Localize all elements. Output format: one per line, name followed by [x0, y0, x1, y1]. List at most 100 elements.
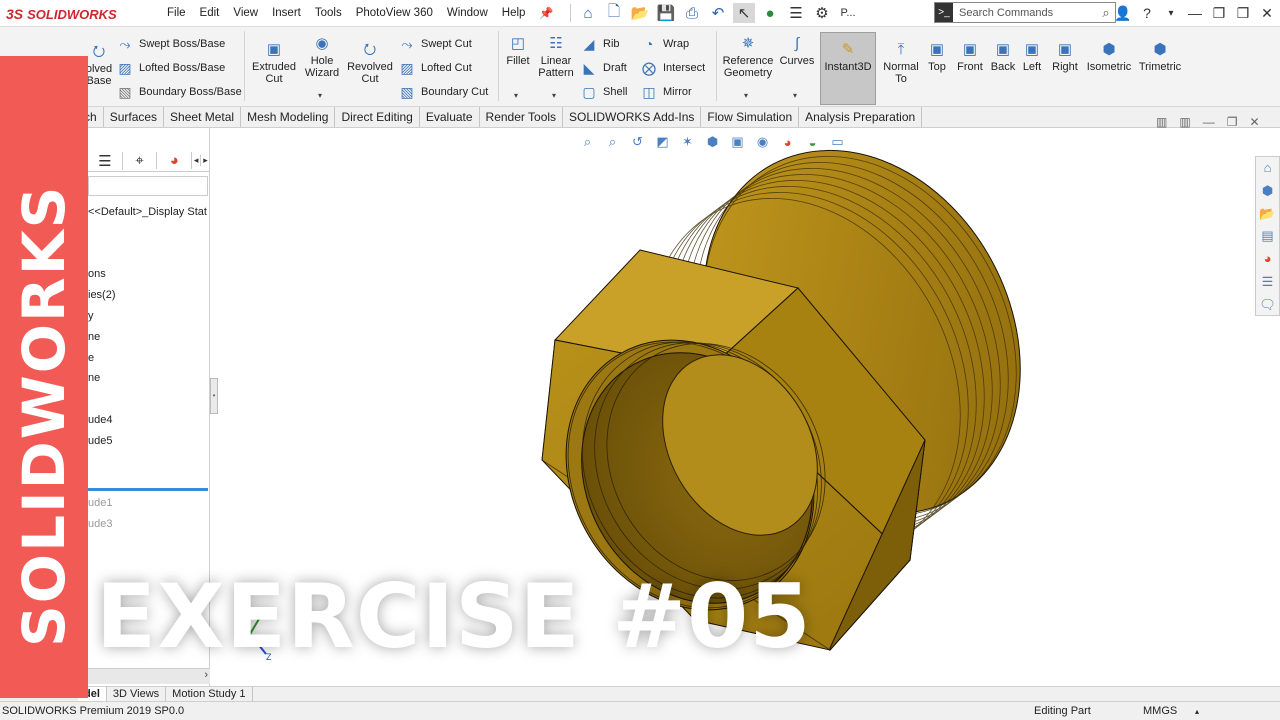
- rib-button[interactable]: ◢ Rib: [580, 35, 620, 53]
- unit-system[interactable]: MMGS: [1143, 705, 1177, 717]
- tab-direct-editing[interactable]: Direct Editing: [335, 107, 420, 127]
- pattern-dropdown-icon[interactable]: ▾: [552, 91, 556, 100]
- search-icon[interactable]: ⌕: [1097, 5, 1115, 21]
- tree-item[interactable]: ude4: [88, 410, 210, 431]
- tree-item[interactable]: ons: [88, 264, 210, 285]
- revolved-boss-button[interactable]: ⭮ olved Base: [84, 43, 114, 87]
- fillet-button[interactable]: ◰ Fillet: [503, 35, 533, 67]
- normal-to-button[interactable]: ⤒ Normal To: [882, 41, 920, 85]
- curves-button[interactable]: ∫ Curves: [778, 35, 816, 67]
- tree-item[interactable]: ude5: [88, 431, 210, 452]
- restore-icon[interactable]: ❐: [1210, 5, 1228, 22]
- close-icon[interactable]: ✕: [1258, 5, 1276, 22]
- tab-mesh-modeling[interactable]: Mesh Modeling: [241, 107, 336, 127]
- minimize-icon[interactable]: —: [1186, 5, 1204, 21]
- panel-splitter[interactable]: •: [210, 378, 218, 414]
- forum-icon[interactable]: 🗨: [1256, 294, 1279, 317]
- zoom-to-fit-icon[interactable]: ⌕: [578, 134, 597, 150]
- fillet-dropdown-icon[interactable]: ▾: [514, 91, 518, 100]
- tab-solidworks-addins[interactable]: SOLIDWORKS Add-Ins: [563, 107, 702, 127]
- menu-tools[interactable]: Tools: [308, 7, 349, 19]
- tree-item[interactable]: ne: [88, 368, 210, 389]
- zoom-to-area-icon[interactable]: ⌕: [603, 134, 622, 150]
- previous-view-icon[interactable]: ↺: [628, 134, 647, 150]
- left-view-button[interactable]: ▣ Left: [1019, 41, 1045, 73]
- top-view-button[interactable]: ▣ Top: [924, 41, 950, 73]
- file-properties-icon[interactable]: ☰: [785, 3, 807, 23]
- chevron-right-icon[interactable]: ▸: [201, 155, 210, 166]
- chevron-left-icon[interactable]: ◂: [192, 155, 202, 166]
- lofted-boss-button[interactable]: ▨ Lofted Boss/Base: [116, 59, 225, 77]
- shell-button[interactable]: ▢ Shell: [580, 83, 627, 101]
- dimxpert-icon[interactable]: ⌖: [123, 152, 158, 169]
- design-library-icon[interactable]: ⬢: [1256, 180, 1279, 203]
- home-icon[interactable]: ⌂: [577, 3, 599, 23]
- swept-boss-button[interactable]: ⤳ Swept Boss/Base: [116, 35, 225, 53]
- extruded-cut-button[interactable]: ▣ Extruded Cut: [252, 41, 296, 85]
- new-document-icon[interactable]: 🗋: [603, 3, 625, 23]
- doc-minimize-icon[interactable]: —: [1203, 115, 1215, 129]
- edit-appearance-icon[interactable]: ◕: [778, 135, 797, 150]
- hole-wizard-button[interactable]: ◉ Hole Wizard: [302, 35, 342, 79]
- open-folder-icon[interactable]: 📂: [629, 3, 651, 23]
- options-gear-icon[interactable]: ⚙: [811, 3, 833, 23]
- tree-item[interactable]: [88, 244, 210, 265]
- back-view-button[interactable]: ▣ Back: [989, 41, 1017, 73]
- tab-sheet-metal[interactable]: Sheet Metal: [164, 107, 242, 127]
- reference-dropdown-icon[interactable]: ▾: [744, 91, 748, 100]
- isometric-view-button[interactable]: ⬢ Isometric: [1085, 41, 1133, 73]
- dynamic-annotation-icon[interactable]: ✶: [678, 134, 697, 150]
- menu-file[interactable]: File: [160, 7, 193, 19]
- menu-view[interactable]: View: [226, 7, 265, 19]
- hide-show-items-icon[interactable]: ◉: [753, 134, 772, 150]
- menu-photoview[interactable]: PhotoView 360: [349, 7, 440, 19]
- tree-item[interactable]: [88, 389, 210, 410]
- tab-flow-simulation[interactable]: Flow Simulation: [701, 107, 800, 127]
- menu-help[interactable]: Help: [495, 7, 533, 19]
- boundary-boss-button[interactable]: ▧ Boundary Boss/Base: [116, 83, 241, 101]
- search-commands-box[interactable]: >_ Search Commands ⌕: [934, 2, 1116, 23]
- undo-icon[interactable]: ↶: [707, 3, 729, 23]
- tab-evaluate[interactable]: Evaluate: [420, 107, 480, 127]
- tab-motion-study[interactable]: Motion Study 1: [166, 687, 253, 701]
- pin-icon[interactable]: 📌: [532, 6, 560, 20]
- curves-dropdown-icon[interactable]: ▾: [793, 91, 797, 100]
- tab-analysis-preparation[interactable]: Analysis Preparation: [799, 107, 923, 127]
- trimetric-view-button[interactable]: ⬢ Trimetric: [1137, 41, 1183, 73]
- appearances-icon[interactable]: ◕: [1256, 248, 1279, 271]
- tree-item[interactable]: [88, 452, 210, 473]
- save-icon[interactable]: 💾: [655, 3, 677, 23]
- tree-item[interactable]: ies(2): [88, 285, 210, 306]
- view-palette-icon[interactable]: ▤: [1256, 225, 1279, 248]
- doc-prev-icon[interactable]: ▥: [1156, 115, 1167, 129]
- doc-next-icon[interactable]: ▥: [1179, 115, 1190, 129]
- swept-cut-button[interactable]: ⤳ Swept Cut: [398, 35, 471, 53]
- file-explorer-icon[interactable]: 📂: [1256, 203, 1279, 226]
- custom-properties-icon[interactable]: ☰: [1256, 271, 1279, 294]
- apply-scene-icon[interactable]: ◒: [803, 135, 822, 150]
- boundary-cut-button[interactable]: ▧ Boundary Cut: [398, 83, 488, 101]
- horizontal-scrollbar[interactable]: ›: [88, 668, 210, 684]
- tab-3d-views[interactable]: 3D Views: [107, 687, 167, 701]
- revolved-cut-button[interactable]: ⭮ Revolved Cut: [346, 41, 394, 85]
- display-style-icon[interactable]: ▣: [728, 134, 747, 150]
- menu-edit[interactable]: Edit: [193, 7, 227, 19]
- linear-pattern-button[interactable]: ☷ Linear Pattern: [537, 35, 575, 79]
- scroll-right-icon[interactable]: ›: [204, 669, 208, 681]
- lofted-cut-button[interactable]: ▨ Lofted Cut: [398, 59, 471, 77]
- right-view-button[interactable]: ▣ Right: [1049, 41, 1081, 73]
- rebuild-icon[interactable]: ●: [759, 3, 781, 23]
- menu-insert[interactable]: Insert: [265, 7, 308, 19]
- view-settings-icon[interactable]: ▭: [828, 134, 847, 150]
- resources-home-icon[interactable]: ⌂: [1256, 157, 1279, 180]
- tree-item-suppressed[interactable]: ude3: [88, 514, 210, 535]
- print-icon[interactable]: ⎙: [681, 3, 703, 23]
- display-manager-icon[interactable]: ◕: [157, 152, 193, 169]
- solidworks-logo[interactable]: 3S SOLIDWORKS: [6, 4, 117, 24]
- doc-restore-icon[interactable]: ❐: [1227, 115, 1238, 129]
- doc-close-icon[interactable]: ✕: [1249, 115, 1259, 129]
- feature-filter-input[interactable]: [88, 176, 208, 196]
- search-input[interactable]: Search Commands: [953, 7, 1097, 19]
- menu-window[interactable]: Window: [440, 7, 495, 19]
- user-icon[interactable]: 👤: [1114, 5, 1132, 22]
